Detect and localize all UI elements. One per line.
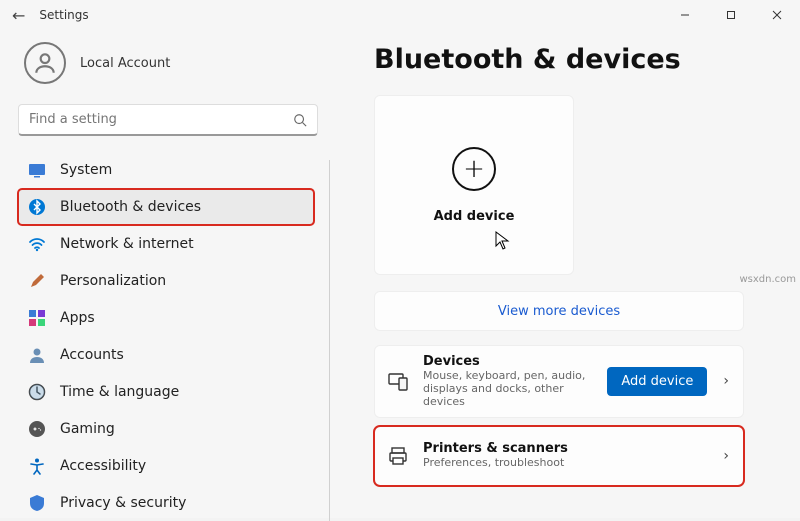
nav-label: Bluetooth & devices bbox=[60, 199, 201, 215]
maximize-button[interactable] bbox=[708, 0, 754, 30]
devices-subtitle: Mouse, keyboard, pen, audio, displays an… bbox=[423, 369, 593, 409]
nav-item-bluetooth[interactable]: Bluetooth & devices bbox=[18, 189, 314, 225]
plus-icon: + bbox=[452, 147, 496, 191]
system-icon bbox=[28, 161, 46, 179]
close-button[interactable] bbox=[754, 0, 800, 30]
accessibility-icon bbox=[28, 457, 46, 475]
nav-item-time[interactable]: Time & language bbox=[18, 374, 314, 410]
avatar-icon bbox=[24, 42, 66, 84]
nav-item-apps[interactable]: Apps bbox=[18, 300, 314, 336]
user-profile[interactable]: Local Account bbox=[24, 42, 324, 84]
add-device-button[interactable]: Add device bbox=[607, 367, 707, 396]
nav-label: Gaming bbox=[60, 421, 115, 437]
devices-icon bbox=[387, 370, 409, 392]
printers-title: Printers & scanners bbox=[423, 441, 707, 456]
back-button[interactable]: ← bbox=[12, 6, 25, 25]
minimize-button[interactable] bbox=[662, 0, 708, 30]
add-device-label: Add device bbox=[434, 209, 515, 224]
gaming-icon bbox=[28, 420, 46, 438]
user-name: Local Account bbox=[80, 56, 170, 71]
nav-item-accounts[interactable]: Accounts bbox=[18, 337, 314, 373]
printers-subtitle: Preferences, troubleshoot bbox=[423, 456, 707, 469]
nav-item-gaming[interactable]: Gaming bbox=[18, 411, 314, 447]
apps-icon bbox=[28, 309, 46, 327]
brush-icon bbox=[28, 272, 46, 290]
nav-label: Network & internet bbox=[60, 236, 194, 252]
printer-icon bbox=[387, 445, 409, 467]
window-title: Settings bbox=[39, 8, 88, 22]
nav-item-system[interactable]: System bbox=[18, 152, 314, 188]
nav-item-privacy[interactable]: Privacy & security bbox=[18, 485, 314, 521]
titlebar: ← Settings bbox=[0, 0, 800, 30]
sidebar: Local Account System Bluetooth & devices… bbox=[0, 30, 330, 521]
chevron-right-icon: › bbox=[721, 448, 731, 464]
view-more-devices-link[interactable]: View more devices bbox=[374, 291, 744, 331]
nav-label: Privacy & security bbox=[60, 495, 186, 511]
person-icon bbox=[28, 346, 46, 364]
nav-label: Accounts bbox=[60, 347, 124, 363]
add-device-card[interactable]: + Add device bbox=[374, 95, 574, 275]
nav-label: System bbox=[60, 162, 112, 178]
shield-icon bbox=[28, 494, 46, 512]
search-box[interactable] bbox=[18, 104, 318, 136]
cursor-icon bbox=[495, 231, 511, 251]
wifi-icon bbox=[28, 235, 46, 253]
nav-item-network[interactable]: Network & internet bbox=[18, 226, 314, 262]
devices-row[interactable]: Devices Mouse, keyboard, pen, audio, dis… bbox=[374, 345, 744, 418]
nav-item-accessibility[interactable]: Accessibility bbox=[18, 448, 314, 484]
nav-label: Accessibility bbox=[60, 458, 146, 474]
watermark: wsxdn.com bbox=[739, 274, 796, 285]
nav-label: Personalization bbox=[60, 273, 166, 289]
view-more-label: View more devices bbox=[498, 304, 620, 319]
nav-label: Time & language bbox=[60, 384, 179, 400]
page-title: Bluetooth & devices bbox=[374, 44, 764, 75]
clock-icon bbox=[28, 383, 46, 401]
devices-title: Devices bbox=[423, 354, 593, 369]
chevron-right-icon: › bbox=[721, 373, 731, 389]
nav-label: Apps bbox=[60, 310, 95, 326]
main-content: Bluetooth & devices + Add device View mo… bbox=[330, 30, 800, 521]
nav-item-personalization[interactable]: Personalization bbox=[18, 263, 314, 299]
printers-row[interactable]: Printers & scanners Preferences, trouble… bbox=[374, 426, 744, 486]
search-icon bbox=[293, 113, 307, 127]
search-input[interactable] bbox=[29, 112, 293, 127]
sidebar-divider bbox=[329, 160, 330, 521]
bluetooth-icon bbox=[28, 198, 46, 216]
nav-list: System Bluetooth & devices Network & int… bbox=[18, 152, 324, 521]
